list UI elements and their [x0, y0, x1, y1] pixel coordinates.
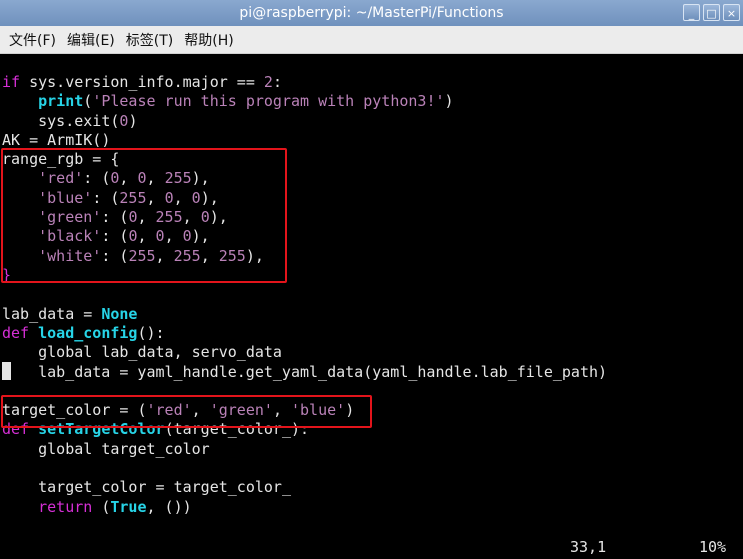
menu-file[interactable]: 文件(F)	[4, 30, 61, 50]
maximize-button[interactable]: □	[703, 4, 720, 21]
text-cursor	[2, 362, 11, 381]
code-token: )	[444, 92, 454, 111]
code-line-return: return (True, ())	[2, 498, 607, 517]
scroll-percent: 10%	[699, 538, 727, 556]
code-token: :	[272, 73, 282, 91]
menu-bar: 文件(F) 编辑(E) 标签(T) 帮助(H)	[0, 26, 743, 54]
cursor-position: 33,1	[570, 538, 607, 556]
menu-edit[interactable]: 编辑(E)	[62, 30, 120, 50]
code-token: (	[83, 92, 93, 111]
code-line-lab-yaml: lab_data = yaml_handle.get_yaml_data(yam…	[2, 362, 607, 381]
code-token: None	[101, 304, 138, 323]
code-token: lab_data =	[2, 304, 102, 323]
code-token: sys.exit(	[2, 111, 120, 130]
code-line-def-load-config: def load_config():	[2, 324, 607, 343]
code-token: def	[2, 323, 30, 342]
code-token: )	[128, 111, 138, 130]
code-token: load_config	[38, 323, 138, 342]
code-token: ():	[137, 323, 165, 342]
code-line-global-lab: global lab_data, servo_data	[2, 343, 607, 362]
code-view: if sys.version_info.major == 2: print('P…	[2, 73, 607, 517]
code-line-blank-3	[2, 459, 607, 478]
terminal-area[interactable]: if sys.version_info.major == 2: print('P…	[0, 54, 743, 559]
code-line-global-target: global target_color	[2, 440, 607, 459]
code-token: print	[38, 92, 84, 111]
menu-tabs[interactable]: 标签(T)	[121, 30, 178, 50]
minimize-button[interactable]: _	[683, 4, 700, 21]
code-token: 'Please run this program with python3!'	[92, 92, 445, 111]
code-line-print: print('Please run this program with pyth…	[2, 92, 607, 111]
menu-help[interactable]: 帮助(H)	[179, 30, 238, 50]
code-token: global target_color	[2, 439, 210, 458]
code-token: if	[2, 73, 21, 91]
code-token: True	[110, 497, 147, 516]
code-line-blank-1	[2, 285, 607, 304]
window-controls: _ □ ×	[683, 4, 740, 21]
window-titlebar[interactable]: pi@raspberrypi: ~/MasterPi/Functions _ □…	[0, 0, 743, 26]
code-token: 2	[263, 73, 273, 91]
code-line-exit: sys.exit(0)	[2, 112, 607, 131]
code-line-lab-data: lab_data = None	[2, 305, 607, 324]
highlight-box-target-color	[1, 395, 372, 428]
code-token: lab_data = yaml_handle.get_yaml_data(yam…	[11, 363, 608, 382]
code-token: AK = ArmIK()	[2, 130, 111, 149]
code-token: target_color = target_color_	[2, 478, 291, 497]
code-line-if-version: if sys.version_info.major == 2:	[2, 73, 607, 92]
code-line-assign-target: target_color = target_color_	[2, 478, 607, 497]
code-token: sys.version_info.major ==	[20, 73, 264, 91]
code-token: , ())	[146, 497, 192, 516]
code-token: global lab_data, servo_data	[2, 343, 282, 362]
close-button[interactable]: ×	[723, 4, 740, 21]
highlight-box-range-rgb	[1, 148, 287, 283]
code-token: (	[92, 497, 111, 516]
code-token: return	[38, 497, 93, 516]
window-title: pi@raspberrypi: ~/MasterPi/Functions	[239, 5, 504, 21]
